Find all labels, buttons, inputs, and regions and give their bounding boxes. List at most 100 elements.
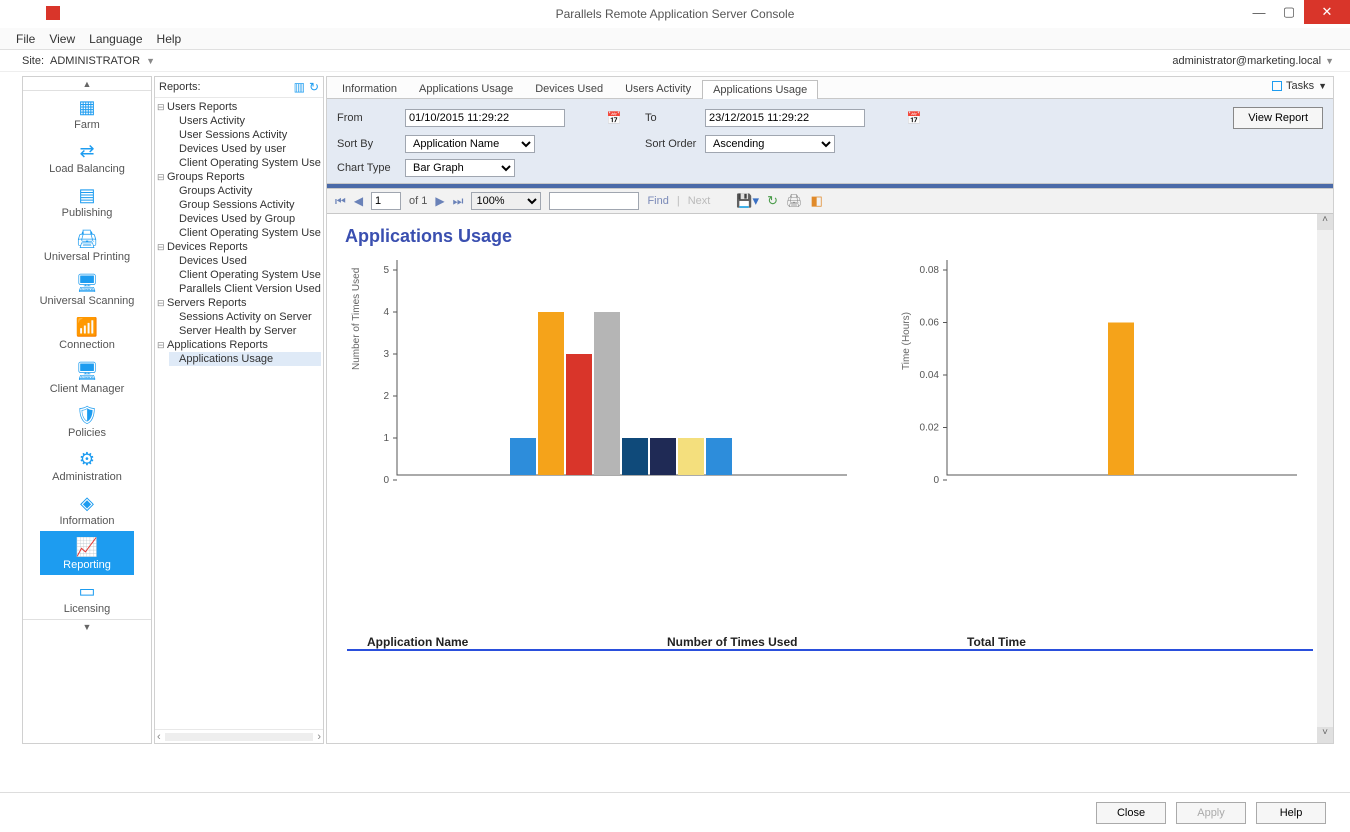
tab-users-activity-3[interactable]: Users Activity bbox=[614, 79, 702, 98]
sortby-select[interactable]: Application Name bbox=[405, 135, 535, 153]
tree-item[interactable]: Group Sessions Activity bbox=[169, 198, 321, 212]
site-selector[interactable]: Site: ADMINISTRATOR ▼ bbox=[22, 55, 155, 67]
print-icon[interactable]: 🖨 bbox=[786, 193, 803, 209]
tree-item[interactable]: Users Activity bbox=[169, 114, 321, 128]
tree-item[interactable]: User Sessions Activity bbox=[169, 128, 321, 142]
menu-file[interactable]: File bbox=[16, 32, 35, 46]
sortorder-select[interactable]: Ascending bbox=[705, 135, 835, 153]
nav-item-universal-printing[interactable]: 🖨Universal Printing bbox=[40, 223, 135, 267]
category-nav: ▲ ▦Farm⇄Load Balancing▤Publishing🖨Univer… bbox=[22, 76, 152, 744]
menu-language[interactable]: Language bbox=[89, 32, 142, 46]
nav-item-connection[interactable]: 📶Connection bbox=[40, 311, 135, 355]
collapse-icon[interactable]: ⊟ bbox=[157, 340, 167, 351]
from-input[interactable] bbox=[405, 109, 565, 127]
report-body: Applications Usage Number of Times Used … bbox=[327, 214, 1333, 743]
tree-item[interactable]: Devices Used bbox=[169, 254, 321, 268]
tab-devices-used-2[interactable]: Devices Used bbox=[524, 79, 614, 98]
tree-item[interactable]: Client Operating System Use bbox=[169, 268, 321, 282]
svg-text:4: 4 bbox=[383, 307, 389, 318]
chevron-down-icon: ▼ bbox=[1318, 81, 1327, 91]
to-input[interactable] bbox=[705, 109, 865, 127]
tab-information-0[interactable]: Information bbox=[331, 79, 408, 98]
export-icon[interactable]: 💾▾ bbox=[736, 193, 759, 209]
maximize-button[interactable]: ▢ bbox=[1274, 0, 1304, 24]
nav-item-publishing[interactable]: ▤Publishing bbox=[40, 179, 135, 223]
page-input[interactable] bbox=[371, 192, 401, 210]
nav-label: Load Balancing bbox=[40, 163, 135, 175]
tree-grid-icon[interactable]: ▥ bbox=[294, 80, 305, 94]
nav-item-load-balancing[interactable]: ⇄Load Balancing bbox=[40, 135, 135, 179]
nav-scroll-up[interactable]: ▲ bbox=[23, 77, 151, 91]
minimize-button[interactable]: — bbox=[1244, 0, 1274, 24]
nav-item-licensing[interactable]: ▭Licensing bbox=[40, 575, 135, 619]
nav-item-policies[interactable]: 🛡Policies bbox=[40, 399, 135, 443]
rss-icon[interactable]: ◧ bbox=[810, 193, 822, 209]
tree-item[interactable]: Server Health by Server bbox=[169, 324, 321, 338]
nav-item-reporting[interactable]: 📈Reporting bbox=[40, 531, 135, 575]
find-input[interactable] bbox=[549, 192, 639, 210]
zoom-select[interactable]: 100% bbox=[471, 192, 541, 210]
chevron-down-icon: ▼ bbox=[1325, 56, 1334, 66]
tab-applications-usage-1[interactable]: Applications Usage bbox=[408, 79, 524, 98]
tree-group[interactable]: ⊟Users Reports bbox=[157, 100, 321, 114]
refresh-icon[interactable]: ↻ bbox=[767, 193, 778, 209]
tree-hscrollbar[interactable] bbox=[165, 733, 314, 741]
charttype-select[interactable]: Bar Graph bbox=[405, 159, 515, 177]
tree-group[interactable]: ⊟Servers Reports bbox=[157, 296, 321, 310]
scroll-up-icon[interactable]: ˄ bbox=[1317, 214, 1333, 230]
nav-scroll-down[interactable]: ▼ bbox=[23, 619, 151, 633]
tree-refresh-icon[interactable]: ↻ bbox=[309, 80, 319, 94]
close-button[interactable]: Close bbox=[1096, 802, 1166, 824]
menu-help[interactable]: Help bbox=[157, 32, 182, 46]
nav-item-farm[interactable]: ▦Farm bbox=[40, 91, 135, 135]
app-icon bbox=[46, 6, 60, 20]
scroll-down-icon[interactable]: ˅ bbox=[1317, 727, 1333, 743]
tree-group[interactable]: ⊟Devices Reports bbox=[157, 240, 321, 254]
next-label[interactable]: Next bbox=[688, 195, 711, 207]
collapse-icon[interactable]: ⊟ bbox=[157, 102, 167, 113]
first-page-button[interactable]: ⏮ bbox=[335, 194, 346, 209]
tree-item[interactable]: Parallels Client Version Used bbox=[169, 282, 321, 296]
tree-item[interactable]: Applications Usage bbox=[169, 352, 321, 366]
vertical-scrollbar[interactable]: ˄ ˅ bbox=[1317, 214, 1333, 743]
collapse-icon[interactable]: ⊟ bbox=[157, 298, 167, 309]
svg-text:0.04: 0.04 bbox=[920, 370, 940, 381]
tree-item[interactable]: Groups Activity bbox=[169, 184, 321, 198]
close-window-button[interactable]: ✕ bbox=[1304, 0, 1350, 24]
next-page-button[interactable]: ▶ bbox=[435, 194, 444, 208]
nav-item-administration[interactable]: ⚙Administration bbox=[40, 443, 135, 487]
tree-item[interactable]: Client Operating System Use bbox=[169, 226, 321, 240]
svg-text:0.06: 0.06 bbox=[920, 318, 940, 329]
nav-item-information[interactable]: ◈Information bbox=[40, 487, 135, 531]
tree-item[interactable]: Devices Used by user bbox=[169, 142, 321, 156]
apply-button[interactable]: Apply bbox=[1176, 802, 1246, 824]
tree-scroll-left[interactable]: ‹ bbox=[157, 731, 161, 743]
tree-group[interactable]: ⊟Applications Reports bbox=[157, 338, 321, 352]
svg-text:0.02: 0.02 bbox=[920, 423, 940, 434]
calendar-icon[interactable]: 📅 bbox=[605, 109, 623, 127]
nav-label: Client Manager bbox=[40, 383, 135, 395]
nav-item-client-manager[interactable]: 🖥Client Manager bbox=[40, 355, 135, 399]
view-report-button[interactable]: View Report bbox=[1233, 107, 1323, 129]
tree-item[interactable]: Devices Used by Group bbox=[169, 212, 321, 226]
help-button[interactable]: Help bbox=[1256, 802, 1326, 824]
tree-group[interactable]: ⊟Groups Reports bbox=[157, 170, 321, 184]
collapse-icon[interactable]: ⊟ bbox=[157, 242, 167, 253]
tree-item[interactable]: Sessions Activity on Server bbox=[169, 310, 321, 324]
calendar-icon[interactable]: 📅 bbox=[905, 109, 923, 127]
last-page-button[interactable]: ⏭ bbox=[453, 194, 464, 209]
find-label[interactable]: Find bbox=[647, 195, 668, 207]
svg-text:3: 3 bbox=[383, 349, 389, 360]
prev-page-button[interactable]: ◀ bbox=[354, 194, 363, 208]
tree-scroll-right[interactable]: › bbox=[317, 731, 321, 743]
tab-applications-usage-4[interactable]: Applications Usage bbox=[702, 80, 818, 99]
user-menu[interactable]: administrator@marketing.local ▼ bbox=[1172, 55, 1334, 67]
tree-item[interactable]: Client Operating System Use bbox=[169, 156, 321, 170]
site-label: Site: bbox=[22, 55, 44, 67]
tasks-menu[interactable]: Tasks ▼ bbox=[1272, 80, 1327, 92]
col-times-used: Number of Times Used bbox=[667, 635, 967, 649]
to-label: To bbox=[645, 112, 705, 124]
collapse-icon[interactable]: ⊟ bbox=[157, 172, 167, 183]
menu-view[interactable]: View bbox=[49, 32, 75, 46]
nav-item-universal-scanning[interactable]: 🖥Universal Scanning bbox=[40, 267, 135, 311]
